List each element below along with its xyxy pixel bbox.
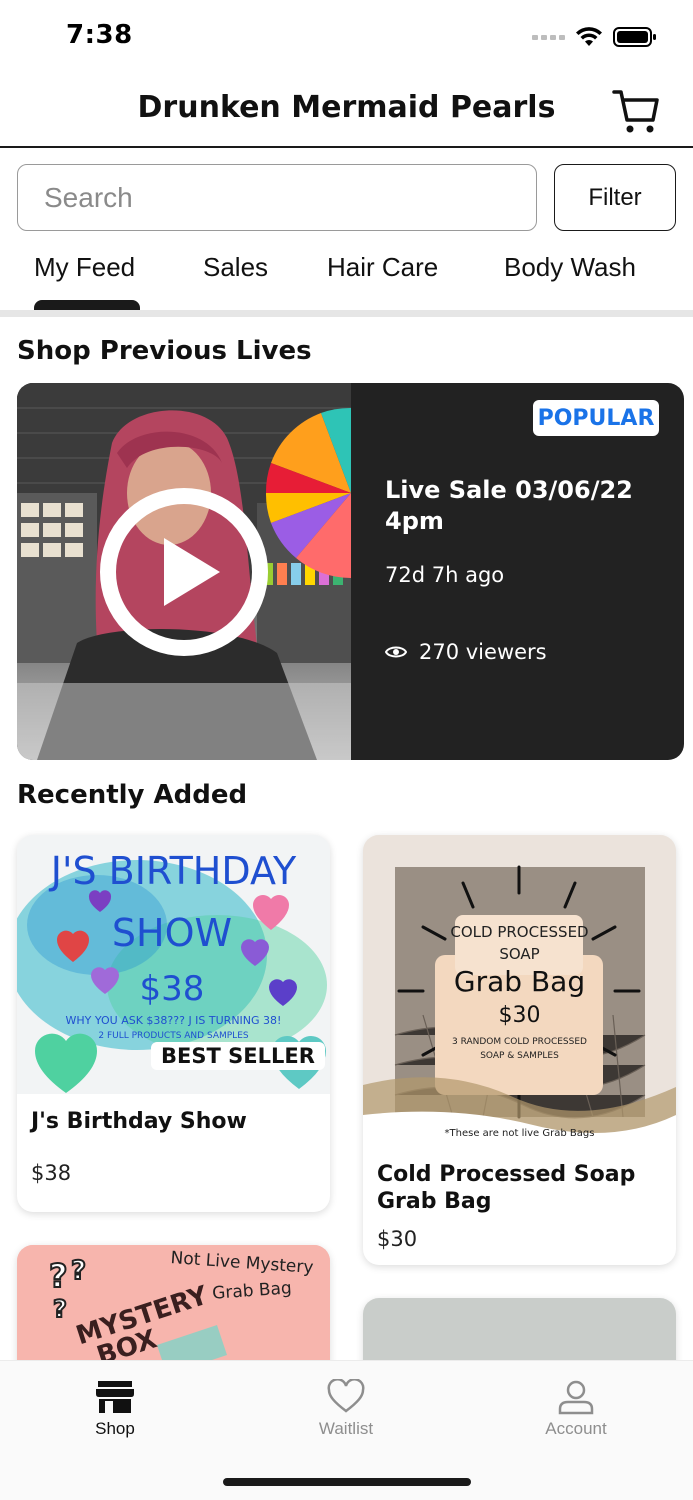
tab-hair-care[interactable]: Hair Care bbox=[327, 252, 438, 283]
image-text: Grab Bag bbox=[453, 965, 586, 998]
tab-body-wash[interactable]: Body Wash bbox=[504, 252, 636, 283]
viewers-count: 270 viewers bbox=[419, 640, 547, 664]
image-text: WHY YOU ASK $38??? J IS TURNING 38! bbox=[65, 1014, 282, 1027]
image-text: $38 bbox=[139, 969, 205, 1009]
nav-waitlist[interactable]: Waitlist bbox=[276, 1379, 416, 1439]
eye-icon bbox=[385, 646, 407, 658]
page-title: Drunken Mermaid Pearls bbox=[137, 90, 556, 125]
heart-icon bbox=[327, 1379, 365, 1413]
live-sale-card[interactable]: POPULAR Live Sale 03/06/22 4pm 72d 7h ag… bbox=[17, 383, 684, 760]
app-header: Drunken Mermaid Pearls bbox=[0, 76, 693, 148]
image-text: SOAP & SAMPLES bbox=[480, 1051, 559, 1061]
search-input[interactable] bbox=[17, 164, 537, 231]
home-indicator bbox=[223, 1478, 471, 1486]
product-name: Cold Processed Soap Grab Bag bbox=[377, 1162, 636, 1214]
image-text: 2 FULL PRODUCTS AND SAMPLES bbox=[98, 1031, 249, 1041]
category-tabs: My Feed Sales Hair Care Body Wash bbox=[0, 248, 693, 312]
product-name: J's Birthday Show bbox=[31, 1109, 247, 1134]
nav-account[interactable]: Account bbox=[506, 1379, 646, 1439]
product-price: $38 bbox=[31, 1161, 72, 1185]
nav-shop[interactable]: Shop bbox=[45, 1379, 185, 1439]
filter-button[interactable]: Filter bbox=[554, 164, 676, 231]
tab-my-feed[interactable]: My Feed bbox=[34, 252, 135, 283]
status-bar: 7:38 bbox=[0, 0, 693, 76]
cart-icon bbox=[612, 90, 659, 133]
section-title-recently-added: Recently Added bbox=[17, 780, 248, 810]
live-sale-viewers: 270 viewers bbox=[385, 640, 547, 664]
play-icon[interactable] bbox=[100, 488, 268, 656]
live-sale-time-ago: 72d 7h ago bbox=[385, 563, 505, 587]
product-image: COLD PROCESSED SOAP Grab Bag $30 3 RANDO… bbox=[363, 835, 676, 1147]
battery-icon bbox=[613, 27, 656, 47]
store-icon bbox=[96, 1381, 134, 1413]
product-card[interactable]: J'S BIRTHDAY SHOW $38 WHY YOU ASK $38???… bbox=[17, 835, 330, 1212]
status-icons bbox=[532, 26, 657, 48]
person-icon bbox=[558, 1380, 594, 1415]
image-text: SHOW bbox=[111, 911, 233, 955]
image-text: COLD PROCESSED bbox=[450, 923, 589, 941]
signal-icon bbox=[532, 34, 565, 40]
cart-button[interactable] bbox=[611, 86, 661, 136]
live-video-thumbnail bbox=[17, 383, 351, 760]
image-text: 3 RANDOM COLD PROCESSED bbox=[452, 1037, 587, 1047]
best-seller-badge: BEST SELLER bbox=[151, 1042, 325, 1070]
section-title-previous-lives: Shop Previous Lives bbox=[17, 336, 312, 366]
image-text: $30 bbox=[498, 1003, 541, 1028]
nav-label: Account bbox=[545, 1419, 607, 1438]
product-image: J'S BIRTHDAY SHOW $38 WHY YOU ASK $38???… bbox=[17, 835, 330, 1094]
nav-label: Shop bbox=[95, 1419, 135, 1438]
svg-text:?: ? bbox=[53, 1295, 67, 1323]
nav-label: Waitlist bbox=[318, 1419, 374, 1438]
status-time: 7:38 bbox=[66, 20, 133, 50]
image-text: *These are not live Grab Bags bbox=[444, 1128, 595, 1139]
image-text: J'S BIRTHDAY bbox=[50, 849, 297, 893]
popular-badge: POPULAR bbox=[533, 400, 659, 436]
divider bbox=[0, 310, 693, 317]
svg-text:?: ? bbox=[71, 1256, 86, 1286]
live-sale-title: Live Sale 03/06/22 4pm bbox=[385, 476, 633, 535]
tab-sales[interactable]: Sales bbox=[203, 252, 268, 283]
svg-text:?: ? bbox=[49, 1257, 68, 1295]
product-card[interactable]: COLD PROCESSED SOAP Grab Bag $30 3 RANDO… bbox=[363, 835, 676, 1265]
image-text: SOAP bbox=[499, 945, 540, 963]
product-price: $30 bbox=[377, 1227, 418, 1251]
wifi-icon bbox=[576, 27, 602, 46]
